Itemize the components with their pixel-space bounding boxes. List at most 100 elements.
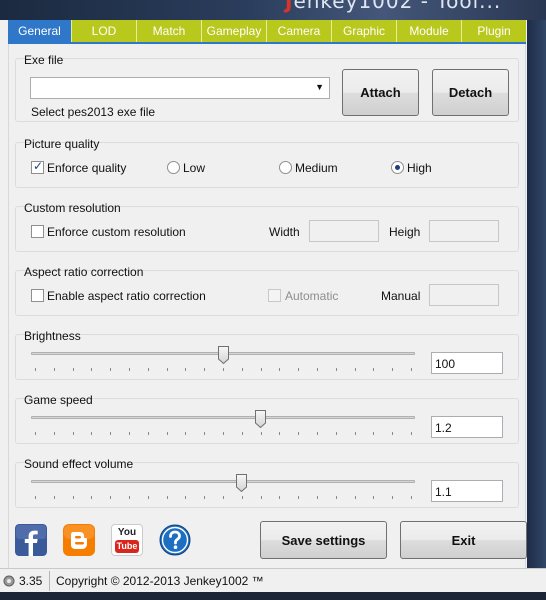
quality-low-label: Low	[183, 161, 206, 175]
slider-tick	[148, 496, 149, 499]
slider-tick	[91, 368, 92, 371]
brightness-value[interactable]: 100	[431, 352, 503, 374]
slider-tick	[411, 496, 412, 499]
detach-button[interactable]: Detach	[432, 69, 509, 116]
enforce-resolution-label: Enforce custom resolution	[47, 225, 186, 239]
slider-tick	[129, 432, 130, 435]
blogger-icon[interactable]	[63, 524, 95, 556]
manual-label: Manual	[381, 289, 421, 303]
help-icon[interactable]	[159, 524, 191, 556]
sound-volume-title: Sound effect volume	[24, 457, 134, 471]
chevron-down-icon: ▼	[315, 82, 324, 92]
slider-tick	[204, 496, 205, 499]
save-settings-button[interactable]: Save settings	[260, 521, 387, 559]
tab-match[interactable]: Match	[137, 20, 202, 42]
exe-file-select[interactable]: ▼	[30, 77, 330, 99]
slider-tick	[35, 432, 36, 435]
slider-tick	[204, 432, 205, 435]
slider-tick	[110, 368, 111, 371]
slider-tick	[54, 368, 55, 371]
slider-tick	[35, 496, 36, 499]
slider-ticks	[35, 432, 412, 435]
aspect-ratio-checkbox[interactable]	[31, 289, 44, 302]
aspect-ratio-title: Aspect ratio correction	[24, 265, 144, 279]
slider-tick	[411, 368, 412, 371]
slider-tick	[223, 496, 224, 499]
slider-tick	[298, 432, 299, 435]
slider-tick	[336, 432, 337, 435]
sound-volume-value[interactable]: 1.1	[431, 480, 503, 502]
automatic-checkbox[interactable]	[268, 289, 281, 302]
youtube-icon[interactable]: You Tube	[111, 524, 143, 556]
slider-tick	[110, 496, 111, 499]
tab-lod[interactable]: LOD	[72, 20, 137, 42]
slider-thumb[interactable]	[218, 346, 229, 364]
height-field[interactable]	[429, 220, 499, 242]
slider-tick	[73, 496, 74, 499]
tab-plugin[interactable]: Plugin	[462, 20, 526, 42]
window-title: Jenkey1002 - Tool...	[285, 0, 502, 13]
slider-tick	[298, 368, 299, 371]
sound-volume-slider[interactable]	[31, 474, 415, 504]
slider-tick	[298, 496, 299, 499]
slider-tick	[110, 432, 111, 435]
background-strip-bottom	[0, 592, 546, 600]
slider-tick	[167, 368, 168, 371]
slider-track[interactable]	[31, 416, 415, 419]
exit-button[interactable]: Exit	[400, 521, 527, 559]
slider-tick	[185, 496, 186, 499]
general-panel: Exe file ▼ Select pes2013 exe file Attac…	[8, 44, 527, 568]
youtube-icon-top-text: You	[117, 527, 137, 538]
slider-tick	[129, 496, 130, 499]
slider-tick	[411, 432, 412, 435]
slider-tick	[279, 432, 280, 435]
slider-tick	[91, 496, 92, 499]
slider-tick	[148, 432, 149, 435]
slider-tick	[317, 496, 318, 499]
exe-file-hint: Select pes2013 exe file	[31, 105, 156, 119]
gear-icon	[3, 575, 15, 587]
tab-general[interactable]: General	[8, 20, 72, 42]
slider-tick	[279, 368, 280, 371]
tab-graphic[interactable]: Graphic	[332, 20, 397, 42]
brightness-slider[interactable]	[31, 346, 415, 376]
status-separator	[49, 571, 50, 591]
attach-button[interactable]: Attach	[342, 69, 419, 116]
slider-track[interactable]	[31, 480, 415, 483]
facebook-icon[interactable]	[15, 524, 47, 556]
quality-low-radio[interactable]	[167, 161, 180, 174]
enforce-resolution-checkbox[interactable]	[31, 225, 44, 238]
enforce-quality-label: Enforce quality	[47, 161, 127, 175]
tab-camera[interactable]: Camera	[267, 20, 332, 42]
slider-tick	[279, 496, 280, 499]
youtube-icon-bottom-text: Tube	[115, 540, 139, 553]
slider-tick	[223, 368, 224, 371]
slider-tick	[261, 496, 262, 499]
width-field[interactable]	[309, 220, 379, 242]
slider-tick	[317, 368, 318, 371]
slider-ticks	[35, 368, 412, 371]
slider-tick	[129, 368, 130, 371]
slider-tick	[242, 432, 243, 435]
title-bar: Jenkey1002 - Tool...	[0, 0, 546, 20]
slider-tick	[355, 368, 356, 371]
tab-gameplay[interactable]: Gameplay	[202, 20, 267, 42]
slider-tick	[261, 432, 262, 435]
game-speed-value[interactable]: 1.2	[431, 416, 503, 438]
enforce-quality-checkbox[interactable]	[31, 159, 44, 174]
quality-medium-radio[interactable]	[279, 161, 292, 174]
game-speed-slider[interactable]	[31, 410, 415, 440]
slider-tick	[185, 432, 186, 435]
slider-thumb[interactable]	[255, 410, 266, 428]
tab-module[interactable]: Module	[397, 20, 462, 42]
copyright-text: Copyright © 2012-2013 Jenkey1002 ™	[56, 574, 264, 588]
slider-tick	[336, 368, 337, 371]
manual-field[interactable]	[429, 284, 499, 306]
slider-thumb[interactable]	[236, 474, 247, 492]
slider-tick	[392, 432, 393, 435]
slider-tick	[91, 432, 92, 435]
slider-tick	[54, 496, 55, 499]
slider-tick	[373, 432, 374, 435]
quality-high-radio[interactable]	[391, 161, 404, 174]
tab-bar: General LOD Match Gameplay Camera Graphi…	[8, 20, 526, 42]
